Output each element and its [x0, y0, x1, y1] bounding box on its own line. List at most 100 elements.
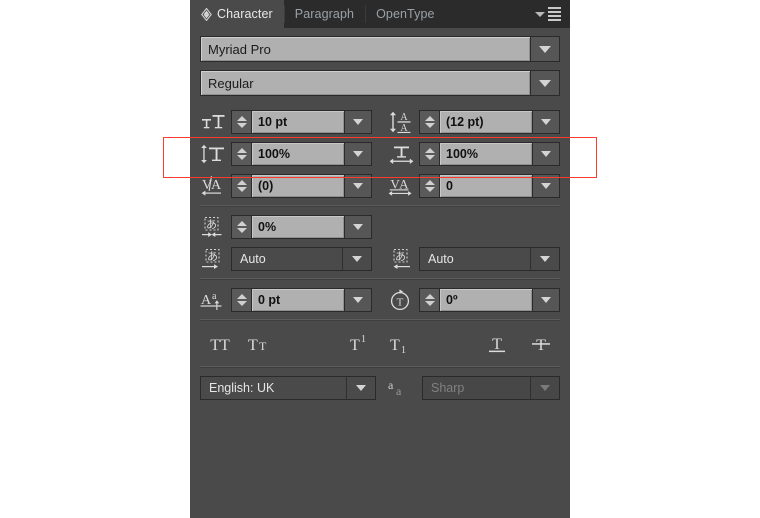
anti-alias-dropdown-arrow[interactable]: [530, 377, 559, 399]
character-rotation-field[interactable]: 0º: [419, 288, 560, 312]
stepper-down-icon[interactable]: [424, 123, 435, 128]
chevron-down-icon: [539, 45, 551, 53]
stepper-down-icon[interactable]: [236, 123, 247, 128]
vertical-scale-value[interactable]: 100%: [252, 143, 344, 165]
stepper-up-icon[interactable]: [236, 294, 247, 299]
tab-opentype[interactable]: OpenType: [365, 0, 445, 28]
all-caps-button[interactable]: TT: [204, 331, 236, 357]
aki-after-dropdown-arrow[interactable]: [530, 248, 559, 270]
language-dropdown-arrow[interactable]: [346, 377, 375, 399]
tsume-dropdown-arrow[interactable]: [344, 216, 371, 238]
tsume-value[interactable]: 0%: [252, 216, 344, 238]
leading-stepper[interactable]: [420, 111, 440, 133]
baseline-shift-dropdown-arrow[interactable]: [344, 289, 371, 311]
divider: [200, 319, 560, 321]
svg-text:a: a: [396, 384, 402, 398]
character-rotation-value[interactable]: 0º: [440, 289, 532, 311]
baseline-shift-value[interactable]: 0 pt: [252, 289, 344, 311]
font-style-value[interactable]: Regular: [201, 71, 530, 95]
kerning-field[interactable]: (0): [231, 174, 372, 198]
tsume-stepper[interactable]: [232, 216, 252, 238]
leading-value[interactable]: (12 pt): [440, 111, 532, 133]
leading-control: A A (12 pt): [388, 110, 560, 134]
tsume-field[interactable]: 0%: [231, 215, 372, 239]
horizontal-scale-stepper[interactable]: [420, 143, 440, 165]
aki-before-dropdown[interactable]: Auto: [231, 247, 372, 271]
stepper-up-icon[interactable]: [424, 294, 435, 299]
stepper-up-icon[interactable]: [236, 180, 247, 185]
language-value[interactable]: English: UK: [201, 377, 346, 399]
aki-after-value[interactable]: Auto: [420, 248, 530, 270]
tracking-stepper[interactable]: [420, 175, 440, 197]
stepper-down-icon[interactable]: [424, 155, 435, 160]
underline-button[interactable]: T: [482, 331, 512, 357]
stepper-up-icon[interactable]: [424, 148, 435, 153]
vertical-scale-stepper[interactable]: [232, 143, 252, 165]
font-size-dropdown-arrow[interactable]: [344, 111, 371, 133]
tracking-field[interactable]: 0: [419, 174, 560, 198]
tracking-dropdown-arrow[interactable]: [532, 175, 559, 197]
small-caps-button[interactable]: T T: [242, 331, 276, 357]
aki-before-dropdown-arrow[interactable]: [342, 248, 371, 270]
aki-after-dropdown[interactable]: Auto: [419, 247, 560, 271]
chevron-down-icon: [353, 119, 363, 125]
anti-alias-dropdown[interactable]: Sharp: [422, 376, 560, 400]
chevron-down-icon: [353, 297, 363, 303]
font-style-dropdown-arrow[interactable]: [530, 71, 559, 95]
svg-text:A: A: [211, 178, 222, 193]
stepper-down-icon[interactable]: [236, 228, 247, 233]
tab-paragraph[interactable]: Paragraph: [283, 0, 365, 28]
stepper-down-icon[interactable]: [424, 187, 435, 192]
aki-before-value[interactable]: Auto: [232, 248, 342, 270]
aki-before-icon: あ: [200, 247, 226, 271]
baseline-shift-field[interactable]: 0 pt: [231, 288, 372, 312]
language-dropdown[interactable]: English: UK: [200, 376, 376, 400]
vertical-scale-field[interactable]: 100%: [231, 142, 372, 166]
stepper-up-icon[interactable]: [236, 148, 247, 153]
stepper-up-icon[interactable]: [424, 180, 435, 185]
stepper-up-icon[interactable]: [236, 116, 247, 121]
anti-alias-value[interactable]: Sharp: [423, 377, 530, 399]
chevron-down-icon: [541, 119, 551, 125]
panel-menu-icon: [548, 7, 561, 21]
character-rotation-stepper[interactable]: [420, 289, 440, 311]
strikethrough-button[interactable]: T: [526, 331, 556, 357]
font-size-field[interactable]: 10 pt: [231, 110, 372, 134]
tracking-value[interactable]: 0: [440, 175, 532, 197]
character-rotation-dropdown-arrow[interactable]: [532, 289, 559, 311]
stepper-down-icon[interactable]: [236, 187, 247, 192]
font-family-combo[interactable]: Myriad Pro: [200, 36, 560, 62]
tab-character[interactable]: Character: [190, 0, 284, 29]
panel-menu-button[interactable]: [529, 0, 570, 28]
font-style-combo[interactable]: Regular: [200, 70, 560, 96]
font-family-value[interactable]: Myriad Pro: [201, 37, 530, 61]
vertical-scale-dropdown-arrow[interactable]: [344, 143, 371, 165]
kerning-dropdown-arrow[interactable]: [344, 175, 371, 197]
stepper-up-icon[interactable]: [424, 116, 435, 121]
stepper-down-icon[interactable]: [424, 301, 435, 306]
stepper-down-icon[interactable]: [236, 301, 247, 306]
tsume-control: あ 0%: [200, 215, 372, 239]
font-size-stepper[interactable]: [232, 111, 252, 133]
stepper-up-icon[interactable]: [236, 221, 247, 226]
svg-text:T: T: [397, 297, 404, 309]
leading-dropdown-arrow[interactable]: [532, 111, 559, 133]
subscript-button[interactable]: T 1: [384, 331, 414, 357]
font-family-dropdown-arrow[interactable]: [530, 37, 559, 61]
svg-text:T: T: [259, 339, 267, 353]
horizontal-scale-dropdown-arrow[interactable]: [532, 143, 559, 165]
font-size-value[interactable]: 10 pt: [252, 111, 344, 133]
leading-field[interactable]: (12 pt): [419, 110, 560, 134]
kerning-value[interactable]: (0): [252, 175, 344, 197]
chevron-down-icon: [540, 385, 550, 391]
chevron-down-icon: [541, 151, 551, 157]
svg-text:A: A: [400, 123, 408, 133]
horizontal-scale-field[interactable]: 100%: [419, 142, 560, 166]
chevron-down-icon: [353, 224, 363, 230]
kerning-stepper[interactable]: [232, 175, 252, 197]
horizontal-scale-value[interactable]: 100%: [440, 143, 532, 165]
tab-opentype-label: OpenType: [376, 7, 435, 21]
baseline-shift-stepper[interactable]: [232, 289, 252, 311]
superscript-button[interactable]: T 1: [344, 331, 374, 357]
stepper-down-icon[interactable]: [236, 155, 247, 160]
